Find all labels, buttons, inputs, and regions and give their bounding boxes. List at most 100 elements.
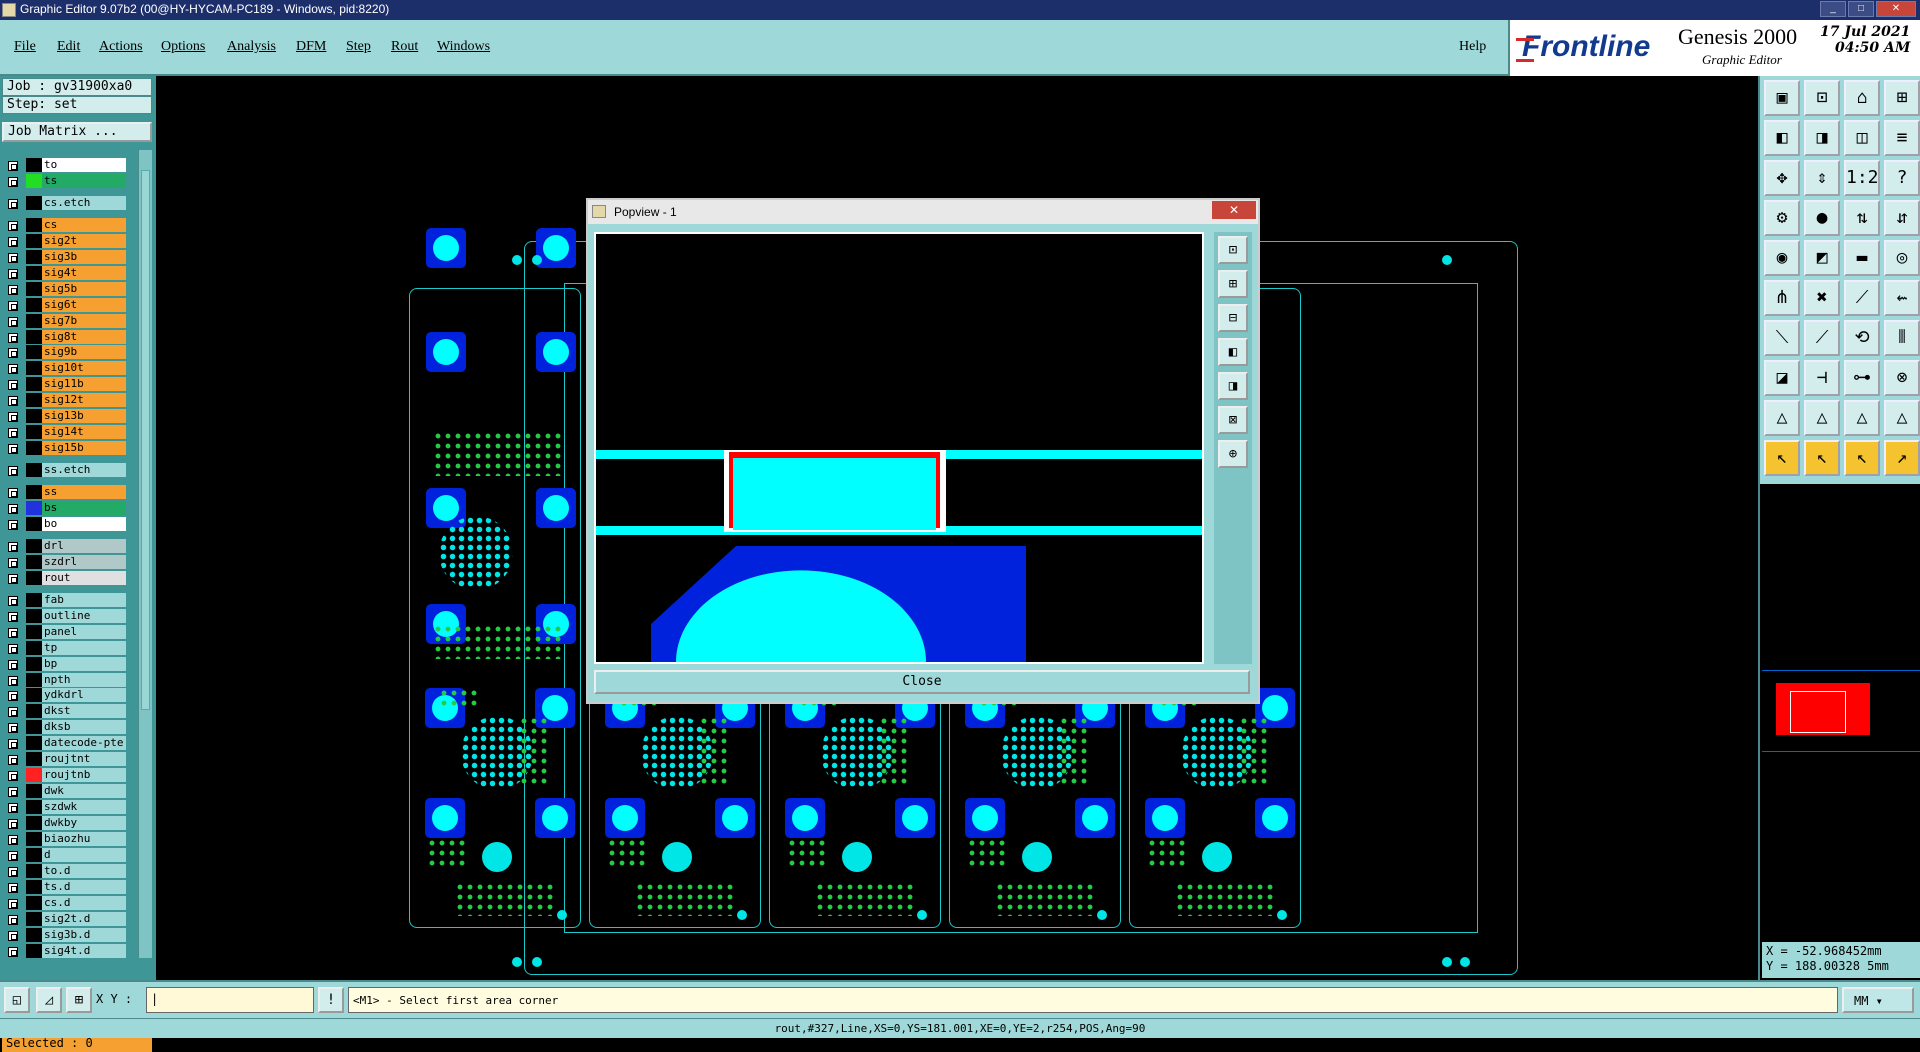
- layer-checkbox[interactable]: [8, 930, 18, 941]
- layer-row-sig15b[interactable]: sig15b: [4, 441, 154, 456]
- layer-row-datecode-pte[interactable]: datecode-pte: [4, 736, 154, 751]
- layer-row-ts-d[interactable]: ts.d: [4, 879, 154, 895]
- layer-checkbox[interactable]: [8, 252, 18, 263]
- layer-row-roujtnt[interactable]: roujtnt: [4, 752, 154, 767]
- layer-row-sig11b[interactable]: sig11b: [4, 377, 154, 392]
- route-icon[interactable]: ⇜: [1884, 280, 1920, 316]
- layer-name[interactable]: d: [42, 847, 126, 862]
- layer-checkbox[interactable]: [8, 488, 18, 499]
- layer-row-roujtnb[interactable]: roujtnb: [4, 768, 154, 783]
- layer-checkbox[interactable]: [8, 755, 18, 766]
- layer-checkbox[interactable]: [8, 898, 18, 909]
- layer-row-tp[interactable]: tp: [4, 640, 154, 656]
- close-icon[interactable]: ✕: [1876, 1, 1916, 17]
- layer-name[interactable]: cs: [42, 217, 126, 232]
- probe-icon[interactable]: ●: [1804, 200, 1840, 236]
- layer-row-sig10t[interactable]: sig10t: [4, 361, 154, 376]
- layer-name[interactable]: szdwk: [42, 800, 126, 815]
- layer-row-ts[interactable]: ts: [4, 173, 154, 189]
- maximize-icon[interactable]: □: [1848, 1, 1874, 17]
- zoom-out-icon[interactable]: ⊟: [1218, 304, 1248, 332]
- layer-checkbox[interactable]: [8, 787, 18, 798]
- menu-rout[interactable]: Rout: [391, 39, 418, 55]
- overview-map[interactable]: [1762, 670, 1920, 752]
- line-icon[interactable]: ◩: [1804, 240, 1840, 276]
- layer-row-sig14t[interactable]: sig14t: [4, 425, 154, 440]
- fill-icon[interactable]: ⊗: [1884, 360, 1920, 396]
- layer-name[interactable]: sig8t: [42, 329, 126, 344]
- pan-left-icon[interactable]: ◧: [1218, 338, 1248, 366]
- layer-checkbox[interactable]: [8, 819, 18, 830]
- snap-icon[interactable]: ◱: [4, 987, 30, 1013]
- layer-name[interactable]: bs: [42, 501, 126, 515]
- cut-icon[interactable]: ⟋: [1844, 280, 1880, 316]
- layer-row-fab[interactable]: fab: [4, 592, 154, 608]
- layer-checkbox[interactable]: [8, 803, 18, 814]
- layer-checkbox[interactable]: [8, 412, 18, 423]
- layer-row-drl[interactable]: drl: [4, 538, 154, 554]
- layer-name[interactable]: ydkdrl: [42, 688, 126, 703]
- tri-4-icon[interactable]: △: [1884, 400, 1920, 436]
- layer-name[interactable]: sig6t: [42, 297, 126, 312]
- layer-row-sig3b-d[interactable]: sig3b.d: [4, 927, 154, 943]
- layer-name[interactable]: sig4t.d: [42, 943, 126, 958]
- layer-name[interactable]: sig4t: [42, 265, 126, 280]
- menu-windows[interactable]: Windows: [437, 39, 490, 55]
- layer-checkbox[interactable]: [8, 946, 18, 957]
- grid-icon[interactable]: ⊞: [66, 987, 92, 1013]
- layer-row-dkst[interactable]: dkst: [4, 704, 154, 719]
- menu-options[interactable]: Options: [161, 39, 205, 55]
- layer-checkbox[interactable]: [8, 643, 18, 654]
- circle-icon[interactable]: ◎: [1884, 240, 1920, 276]
- pad-add-icon[interactable]: ◪: [1764, 360, 1800, 396]
- layer-name[interactable]: biaozhu: [42, 832, 126, 846]
- layer-row-sig13b[interactable]: sig13b: [4, 409, 154, 424]
- split-icon[interactable]: ◫: [1844, 120, 1880, 156]
- layer-checkbox[interactable]: [8, 300, 18, 311]
- zoom-in-icon[interactable]: ⊞: [1218, 270, 1248, 298]
- fit-icon[interactable]: ✥: [1764, 160, 1800, 196]
- layer-checkbox[interactable]: [8, 573, 18, 584]
- layer-row-cs-d[interactable]: cs.d: [4, 895, 154, 911]
- layer-name[interactable]: sig3b: [42, 249, 126, 264]
- layer-checkbox[interactable]: [8, 348, 18, 359]
- layer-checkbox[interactable]: [8, 444, 18, 455]
- layer-checkbox[interactable]: [8, 284, 18, 295]
- layer-row-cs[interactable]: cs: [4, 217, 154, 233]
- zoom-h-icon[interactable]: ⇕: [1804, 160, 1840, 196]
- layer-prev-icon[interactable]: ◧: [1764, 120, 1800, 156]
- layer-checkbox[interactable]: [8, 220, 18, 231]
- layer-name[interactable]: npth: [42, 672, 126, 687]
- measure-icon[interactable]: ◿: [36, 987, 62, 1013]
- layer-checkbox[interactable]: [8, 835, 18, 845]
- layer-name[interactable]: sig11b: [42, 377, 126, 392]
- open-job-icon[interactable]: ▣: [1764, 80, 1800, 116]
- layer-row-ydkdrl[interactable]: ydkdrl: [4, 688, 154, 703]
- layer-checkbox[interactable]: [8, 198, 18, 209]
- layer-checkbox[interactable]: [8, 428, 18, 439]
- layer-name[interactable]: bo: [42, 516, 126, 531]
- layer-row-ss[interactable]: ss: [4, 485, 154, 500]
- layer-row-szdrl[interactable]: szdrl: [4, 554, 154, 570]
- layer-checkbox[interactable]: [8, 316, 18, 327]
- menu-file[interactable]: File: [14, 39, 36, 55]
- layer-row-d[interactable]: d: [4, 847, 154, 863]
- tri-1-icon[interactable]: △: [1764, 400, 1800, 436]
- layer-name[interactable]: sig2t: [42, 233, 126, 248]
- move-up-icon[interactable]: ⇅: [1844, 200, 1880, 236]
- layer-name[interactable]: datecode-pte: [42, 736, 126, 751]
- layer-checkbox[interactable]: [8, 771, 18, 782]
- line-add-icon[interactable]: ⊣: [1804, 360, 1840, 396]
- layer-row-sig4t[interactable]: sig4t: [4, 265, 154, 281]
- layer-checkbox[interactable]: [8, 268, 18, 279]
- layer-checkbox[interactable]: [8, 466, 18, 477]
- popview-close-icon[interactable]: ✕: [1212, 201, 1256, 219]
- layer-checkbox[interactable]: [8, 380, 18, 391]
- layer-checkbox[interactable]: [8, 914, 18, 925]
- layer-name[interactable]: drl: [42, 538, 126, 553]
- layer-name[interactable]: panel: [42, 624, 126, 639]
- layer-row-dksb[interactable]: dksb: [4, 720, 154, 735]
- layer-name[interactable]: sig12t: [42, 393, 126, 408]
- menu-help[interactable]: Help: [1459, 39, 1486, 55]
- layer-checkbox[interactable]: [8, 161, 18, 171]
